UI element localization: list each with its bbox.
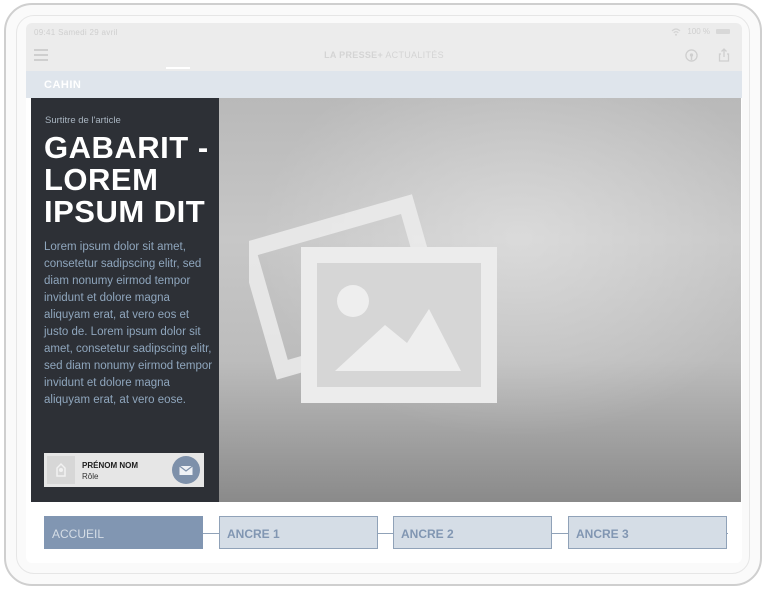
podcast-icon[interactable] [685, 49, 698, 62]
anchor-bar: ACCUEIL ANCRE 1 ANCRE 2 ANCRE 3 [26, 502, 742, 563]
image-placeholder-icon [249, 194, 497, 403]
article-hero: Surtitre de l'article GABARIT - LOREM IP… [31, 98, 741, 502]
status-right: 100 % [671, 27, 730, 36]
hero-image [219, 98, 741, 502]
battery-percent: 100 % [687, 27, 710, 36]
anchor-accueil[interactable]: ACCUEIL [44, 516, 203, 549]
section-bar: CAHIN [26, 71, 742, 98]
article-panel: Surtitre de l'article GABARIT - LOREM IP… [31, 98, 219, 502]
app-screen: 09:41 Samedi 29 avril 100 % LA PRESSE+ A… [26, 23, 742, 563]
article-headline: GABARIT - LOREM IPSUM DIT [44, 130, 209, 229]
status-bar: 09:41 Samedi 29 avril 100 % [26, 23, 742, 41]
status-date: Samedi 29 avril [58, 28, 118, 37]
status-clock: 09:41 [34, 28, 56, 37]
nav-indicator [166, 67, 190, 69]
status-time: 09:41 Samedi 29 avril [34, 28, 118, 37]
share-icon[interactable] [718, 48, 730, 62]
top-navbar: LA PRESSE+ ACTUALITÉS [26, 41, 742, 71]
anchor-1[interactable]: ANCRE 1 [219, 516, 378, 549]
battery-icon [716, 29, 730, 34]
section-label: CAHIN [44, 79, 82, 91]
brand-section: ACTUALITÉS [385, 50, 444, 60]
avatar-placeholder-icon [56, 462, 66, 477]
author-card[interactable]: PRÉNOM NOM Rôle [44, 453, 204, 487]
brand-name: LA PRESSE+ [324, 50, 384, 60]
anchor-3[interactable]: ANCRE 3 [568, 516, 727, 549]
anchor-2[interactable]: ANCRE 2 [393, 516, 552, 549]
author-role: Rôle [82, 472, 99, 481]
avatar [47, 456, 75, 484]
author-name: PRÉNOM NOM [82, 461, 138, 470]
wifi-icon [671, 27, 681, 36]
mail-icon[interactable] [172, 456, 200, 484]
brand-title: LA PRESSE+ ACTUALITÉS [26, 50, 742, 60]
article-surtitle: Surtitre de l'article [45, 115, 121, 126]
article-body: Lorem ipsum dolor sit amet, consetetur s… [44, 241, 213, 406]
